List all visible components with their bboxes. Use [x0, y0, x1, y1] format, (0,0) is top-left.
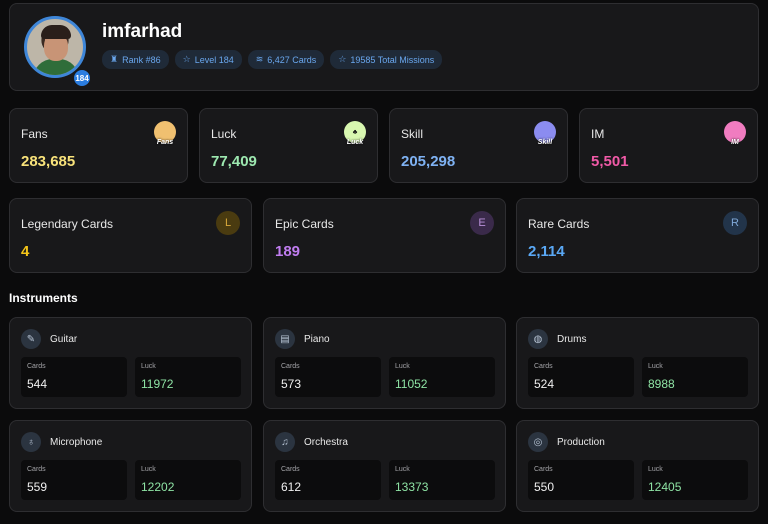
cards-box: Cards 550: [528, 460, 634, 500]
cards-value: 573: [281, 377, 302, 391]
username: imfarhad: [102, 21, 183, 42]
instrument-card-production[interactable]: ◎ Production Cards 550 Luck 12405: [516, 420, 759, 512]
cards-value: 550: [534, 480, 555, 494]
clover-icon: ♣ Luck: [344, 121, 366, 146]
piano-icon: ▤: [275, 329, 295, 349]
rare-letter-icon: R: [723, 211, 747, 235]
microphone-icon: ♁: [21, 432, 41, 452]
cards-box: Cards 544: [21, 357, 127, 397]
instrument-name: Orchestra: [304, 436, 348, 448]
avatar-level-badge: 184: [72, 68, 92, 88]
cards-value: 524: [534, 377, 555, 391]
cards-value: 612: [281, 480, 302, 494]
instrument-name: Guitar: [50, 333, 78, 345]
stat-card-luck: Luck 77,409 ♣ Luck: [199, 108, 378, 183]
instrument-card-microphone[interactable]: ♁ Microphone Cards 559 Luck 12202: [9, 420, 252, 512]
stat-card-im: IM 5,501 IM: [579, 108, 758, 183]
stat-label: IM: [591, 127, 605, 141]
stat-label: Luck: [211, 127, 237, 141]
rank-pill: ♜ Rank #86: [102, 50, 169, 69]
rarity-label: Rare Cards: [528, 217, 590, 231]
missions-label: 19585 Total Missions: [350, 54, 435, 65]
avatar[interactable]: 184: [24, 16, 92, 88]
luck-box: Luck 11972: [135, 357, 241, 397]
luck-box: Luck 13373: [389, 460, 495, 500]
luck-box: Luck 12405: [642, 460, 748, 500]
luck-box: Luck 8988: [642, 357, 748, 397]
stat-card-skill: Skill 205,298 Skill: [389, 108, 568, 183]
instrument-name: Drums: [557, 333, 587, 345]
cards-box: Cards 612: [275, 460, 381, 500]
luck-value: 12405: [648, 480, 682, 494]
star-icon: ☆: [338, 54, 347, 64]
fans-icon: Fans: [154, 121, 176, 146]
legendary-letter-icon: L: [216, 211, 240, 235]
rare-cards-card: Rare Cards 2,114 R: [516, 198, 759, 273]
stat-label: Fans: [21, 127, 48, 141]
im-icon: IM: [724, 121, 746, 146]
music-note-icon: ♫: [275, 432, 295, 452]
cards-box: Cards 559: [21, 460, 127, 500]
cards-label: 6,427 Cards: [267, 54, 317, 65]
epic-letter-icon: E: [470, 211, 494, 235]
rarity-value: 189: [275, 243, 301, 260]
instrument-card-guitar[interactable]: ✎ Guitar Cards 544 Luck 11972: [9, 317, 252, 409]
rarity-value: 4: [21, 243, 30, 260]
legendary-cards-card: Legendary Cards 4 L: [9, 198, 252, 273]
luck-box: Luck 12202: [135, 460, 241, 500]
rarity-value: 2,114: [528, 243, 565, 260]
disc-icon: ◎: [528, 432, 548, 452]
stat-label: Skill: [401, 127, 424, 141]
stat-card-fans: Fans 283,685 Fans: [9, 108, 188, 183]
cards-value: 559: [27, 480, 48, 494]
luck-value: 11052: [395, 377, 428, 391]
cards-box: Cards 573: [275, 357, 381, 397]
layers-icon: ≋: [255, 54, 264, 64]
epic-cards-card: Epic Cards 189 E: [263, 198, 506, 273]
luck-box: Luck 11052: [389, 357, 495, 397]
drums-icon: ◍: [528, 329, 548, 349]
stat-value: 283,685: [21, 153, 76, 170]
instrument-name: Production: [557, 436, 605, 448]
profile-pills: ♜ Rank #86 ☆ Level 184 ≋ 6,427 Cards ☆ 1…: [102, 50, 443, 69]
instrument-name: Piano: [304, 333, 330, 345]
instrument-card-orchestra[interactable]: ♫ Orchestra Cards 612 Luck 13373: [263, 420, 506, 512]
cards-pill: ≋ 6,427 Cards: [247, 50, 325, 69]
profile-card: 184 imfarhad ♜ Rank #86 ☆ Level 184 ≋ 6,…: [9, 3, 759, 91]
cards-box: Cards 524: [528, 357, 634, 397]
stat-value: 77,409: [211, 153, 257, 170]
level-pill: ☆ Level 184: [174, 50, 242, 69]
skill-icon: Skill: [534, 121, 556, 146]
missions-pill: ☆ 19585 Total Missions: [330, 50, 443, 69]
luck-value: 13373: [395, 480, 429, 494]
stat-value: 5,501: [591, 153, 629, 170]
star-icon: ☆: [182, 54, 191, 64]
level-label: Level 184: [194, 54, 234, 65]
instrument-name: Microphone: [50, 436, 103, 448]
luck-value: 11972: [141, 377, 174, 391]
instruments-heading: Instruments: [9, 291, 78, 305]
luck-value: 12202: [141, 480, 175, 494]
rarity-label: Epic Cards: [275, 217, 334, 231]
luck-value: 8988: [648, 377, 675, 391]
rarity-label: Legendary Cards: [21, 217, 114, 231]
instrument-card-drums[interactable]: ◍ Drums Cards 524 Luck 8988: [516, 317, 759, 409]
instrument-card-piano[interactable]: ▤ Piano Cards 573 Luck 11052: [263, 317, 506, 409]
stat-value: 205,298: [401, 153, 456, 170]
guitar-icon: ✎: [21, 329, 41, 349]
rank-label: Rank #86: [122, 54, 161, 65]
cards-value: 544: [27, 377, 48, 391]
trophy-icon: ♜: [110, 54, 119, 64]
